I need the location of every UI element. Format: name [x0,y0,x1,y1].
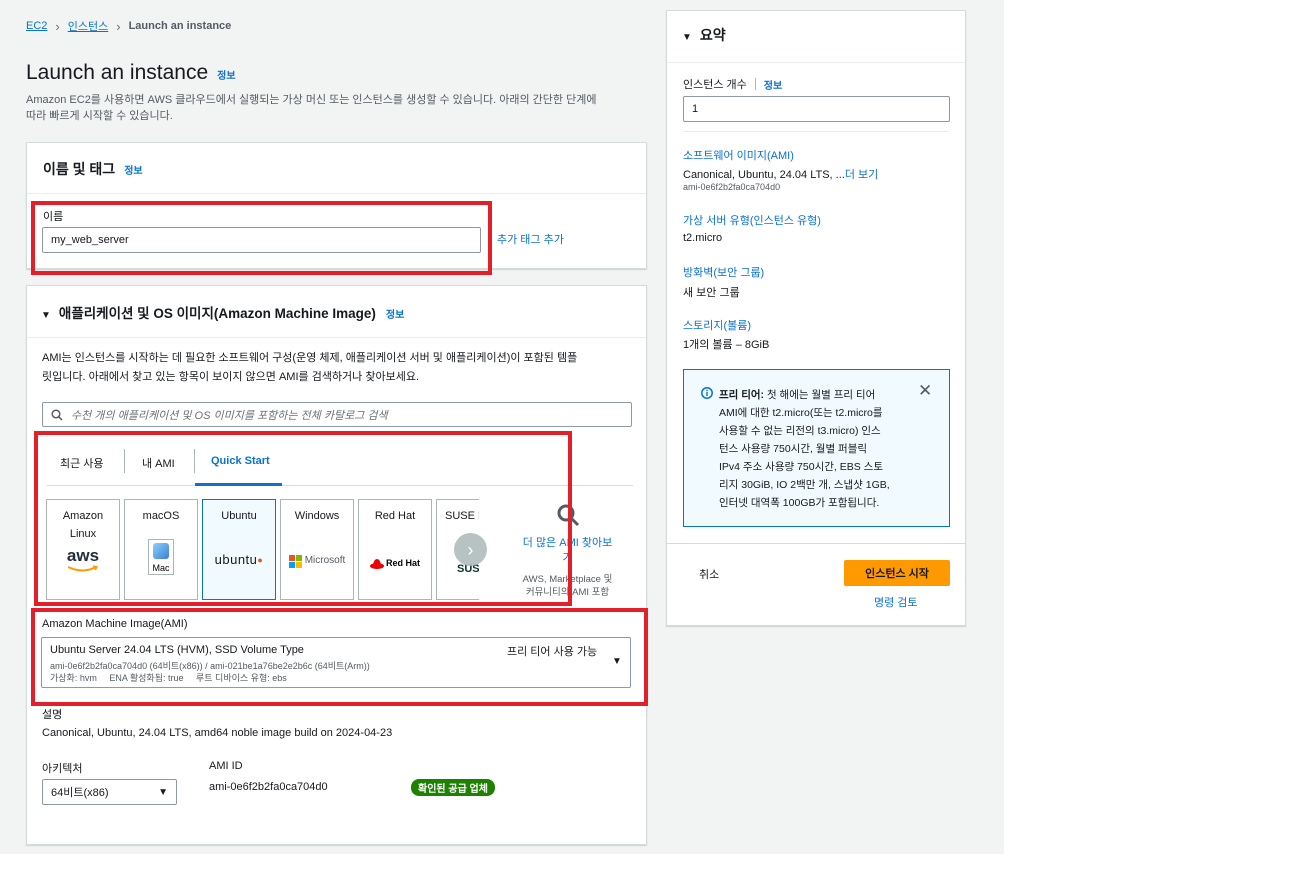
instance-count-info-link[interactable]: 정보 [764,77,782,92]
caret-down-icon: ▼ [158,786,168,798]
instance-type-link[interactable]: 가상 서버 유형(인스턴스 유형) [683,212,821,228]
ami-section-title: 애플리케이션 및 OS 이미지(Amazon Machine Image) [58,306,376,321]
close-icon[interactable]: ✕ [918,382,932,399]
description-value: Canonical, Ubuntu, 24.04 LTS, amd64 nobl… [42,727,393,739]
highlight-box [31,608,648,706]
page-header: Launch an instance 정보 [26,61,236,85]
firewall-link[interactable]: 방화벽(보안 그룹) [683,264,764,280]
divider [27,193,646,194]
summary-panel: ▼ 요약 인스턴스 개수 정보 1 소프트웨어 이미지(AMI) Canonic… [666,10,966,626]
ami-id-label: AMI ID [209,760,243,772]
description-label: 설명 [42,709,63,721]
software-image-id: ami-0e6f2b2fa0ca704d0 [683,182,781,192]
free-tier-text: 프리 티어: 첫 해에는 월별 프리 티어 AMI에 대한 t2.micro(또… [719,386,890,512]
page-description-line: Amazon EC2를 사용하면 AWS 클라우드에서 실행되는 가상 머신 또… [26,94,597,106]
launch-instance-button[interactable]: 인스턴스 시작 [844,560,950,586]
software-image-value: Canonical, Ubuntu, 24.04 LTS, ...더 보기 [683,166,878,182]
divider [27,337,646,338]
breadcrumb-ec2-link[interactable]: EC2 [26,20,47,32]
free-tier-line: 턴스 사용량 750시간, 월별 퍼블릭 [719,443,868,455]
add-tags-link[interactable]: 추가 태그 추가 [497,231,564,247]
caret-down-icon[interactable]: ▼ [682,32,692,43]
caret-down-icon[interactable]: ▼ [41,310,51,321]
highlight-box [34,431,572,606]
review-commands-link[interactable]: 명령 검토 [874,594,918,610]
page-title: Launch an instance [26,61,209,84]
breadcrumb-current: Launch an instance [128,20,232,32]
ami-search-input[interactable]: 수천 개의 애플리케이션 및 OS 이미지를 포함하는 전체 카탈로그 검색 [42,402,632,427]
software-image-text: Canonical, Ubuntu, 24.04 LTS, ... [683,169,845,181]
ami-description-line: AMI는 인스턴스를 시작하는 데 필요한 소프트웨어 구성(운영 체제, 애플… [42,352,578,364]
highlight-box [31,201,492,275]
ami-description-line: 릿입니다. 아래에서 찾고 있는 항목이 보이지 않으면 AMI를 검색하거나 … [42,371,420,383]
free-tier-line: AMI에 대한 t2.micro(또는 t2.micro를 [719,407,883,419]
ami-info-link[interactable]: 정보 [386,306,404,321]
free-tier-line: 사용할 수 없는 리전의 t3.micro) 인스 [719,425,881,437]
breadcrumb: EC2 › 인스턴스 › Launch an instance [26,18,231,34]
architecture-select[interactable]: 64비트(x86) ▼ [42,779,177,805]
info-icon [701,387,713,399]
storage-link[interactable]: 스토리지(볼륨) [683,317,751,333]
search-icon [51,408,63,421]
divider [683,131,949,132]
verified-provider-badge: 확인된 공급 업체 [411,779,495,796]
instance-count-value: 1 [692,103,699,115]
instance-type-value: t2.micro [683,232,723,244]
instance-count-label: 인스턴스 개수 [683,79,747,91]
name-tags-info-link[interactable]: 정보 [124,162,142,177]
architecture-label: 아키텍처 [42,763,83,775]
divider [667,543,965,544]
ami-id-value: ami-0e6f2b2fa0ca704d0 [209,781,328,793]
software-image-link[interactable]: 소프트웨어 이미지(AMI) [683,147,794,163]
chevron-right-icon: › [55,18,60,34]
see-more-link[interactable]: 더 보기 [845,169,878,181]
name-tags-title: 이름 및 태그 [43,161,116,177]
storage-value: 1개의 볼륨 – 8GiB [683,339,770,351]
launch-instance-label: 인스턴스 시작 [865,568,929,580]
label-divider [754,78,756,90]
free-tier-line: IPv4 주소 사용량 750시간, EBS 스토 [719,461,883,473]
divider [667,62,965,63]
free-tier-line: 리지 30GiB, IO 2백만 개, 스냅샷 1GB, [719,479,890,491]
page-description: Amazon EC2를 사용하면 AWS 클라우드에서 실행되는 가상 머신 또… [26,92,646,124]
firewall-value: 새 보안 그룹 [683,287,740,299]
instance-count-input[interactable]: 1 [683,96,950,122]
summary-title: 요약 [699,27,726,43]
free-tier-line: 프리 티어: 첫 해에는 월별 프리 티어 [719,389,876,401]
free-tier-line: 인터넷 대역폭 100GB가 포함됩니다. [719,497,880,509]
chevron-right-icon: › [116,18,121,34]
free-tier-alert: 프리 티어: 첫 해에는 월별 프리 티어 AMI에 대한 t2.micro(또… [683,369,950,527]
breadcrumb-instances-link[interactable]: 인스턴스 [68,18,108,34]
ami-search-placeholder: 수천 개의 애플리케이션 및 OS 이미지를 포함하는 전체 카탈로그 검색 [71,409,388,422]
page-description-line: 따라 빠르게 시작할 수 있습니다. [26,110,173,122]
architecture-value: 64비트(x86) [51,787,109,799]
cancel-button[interactable]: 취소 [699,566,719,582]
ami-description: AMI는 인스턴스를 시작하는 데 필요한 소프트웨어 구성(운영 체제, 애플… [42,349,642,387]
page-info-link[interactable]: 정보 [217,67,235,82]
